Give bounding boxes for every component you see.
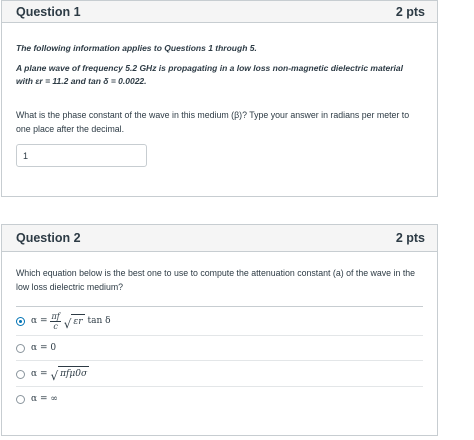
- option-1[interactable]: α = πf c √ εr tan δ: [16, 306, 423, 335]
- question-1-title: Question 1: [16, 4, 81, 19]
- option-4-radio[interactable]: [16, 395, 25, 404]
- question-1-header: Question 1 2 pts: [2, 1, 437, 23]
- option-1-sqrt: √ εr: [64, 313, 85, 330]
- question-2-card: Question 2 2 pts Which equation below is…: [1, 224, 438, 436]
- option-4[interactable]: α = ∞: [16, 386, 423, 411]
- option-2-formula: α = 0: [31, 343, 57, 353]
- question-1-prompt: What is the phase constant of the wave i…: [16, 110, 410, 134]
- question-2-points: 2 pts: [395, 231, 425, 245]
- question-1-answer-input[interactable]: [16, 144, 147, 167]
- question-1-setup: A plane wave of frequency 5.2 GHz is pro…: [16, 63, 404, 86]
- question-1-intro: The following information applies to Que…: [16, 43, 257, 53]
- question-2-options: α = πf c √ εr tan δ α = 0 α = √ πfμ0σ α …: [16, 306, 423, 411]
- option-3-formula: α = √ πfμ0σ: [31, 366, 90, 382]
- question-1-points: 2 pts: [395, 4, 425, 19]
- question-1-card: Question 1 2 pts The following informati…: [1, 0, 438, 197]
- question-2-header: Question 2 2 pts: [2, 225, 437, 252]
- option-3[interactable]: α = √ πfμ0σ: [16, 360, 423, 386]
- option-3-radio[interactable]: [16, 369, 25, 379]
- option-1-fraction: πf c: [50, 312, 61, 331]
- option-2-radio[interactable]: [16, 344, 25, 353]
- option-4-formula: α = ∞: [31, 394, 58, 404]
- option-2[interactable]: α = 0: [16, 335, 423, 360]
- question-2-prompt: Which equation below is the best one to …: [16, 268, 416, 292]
- option-1-formula: α = πf c √ εr tan δ: [31, 312, 111, 331]
- question-2-title: Question 2: [16, 231, 81, 245]
- option-1-radio[interactable]: [16, 317, 25, 326]
